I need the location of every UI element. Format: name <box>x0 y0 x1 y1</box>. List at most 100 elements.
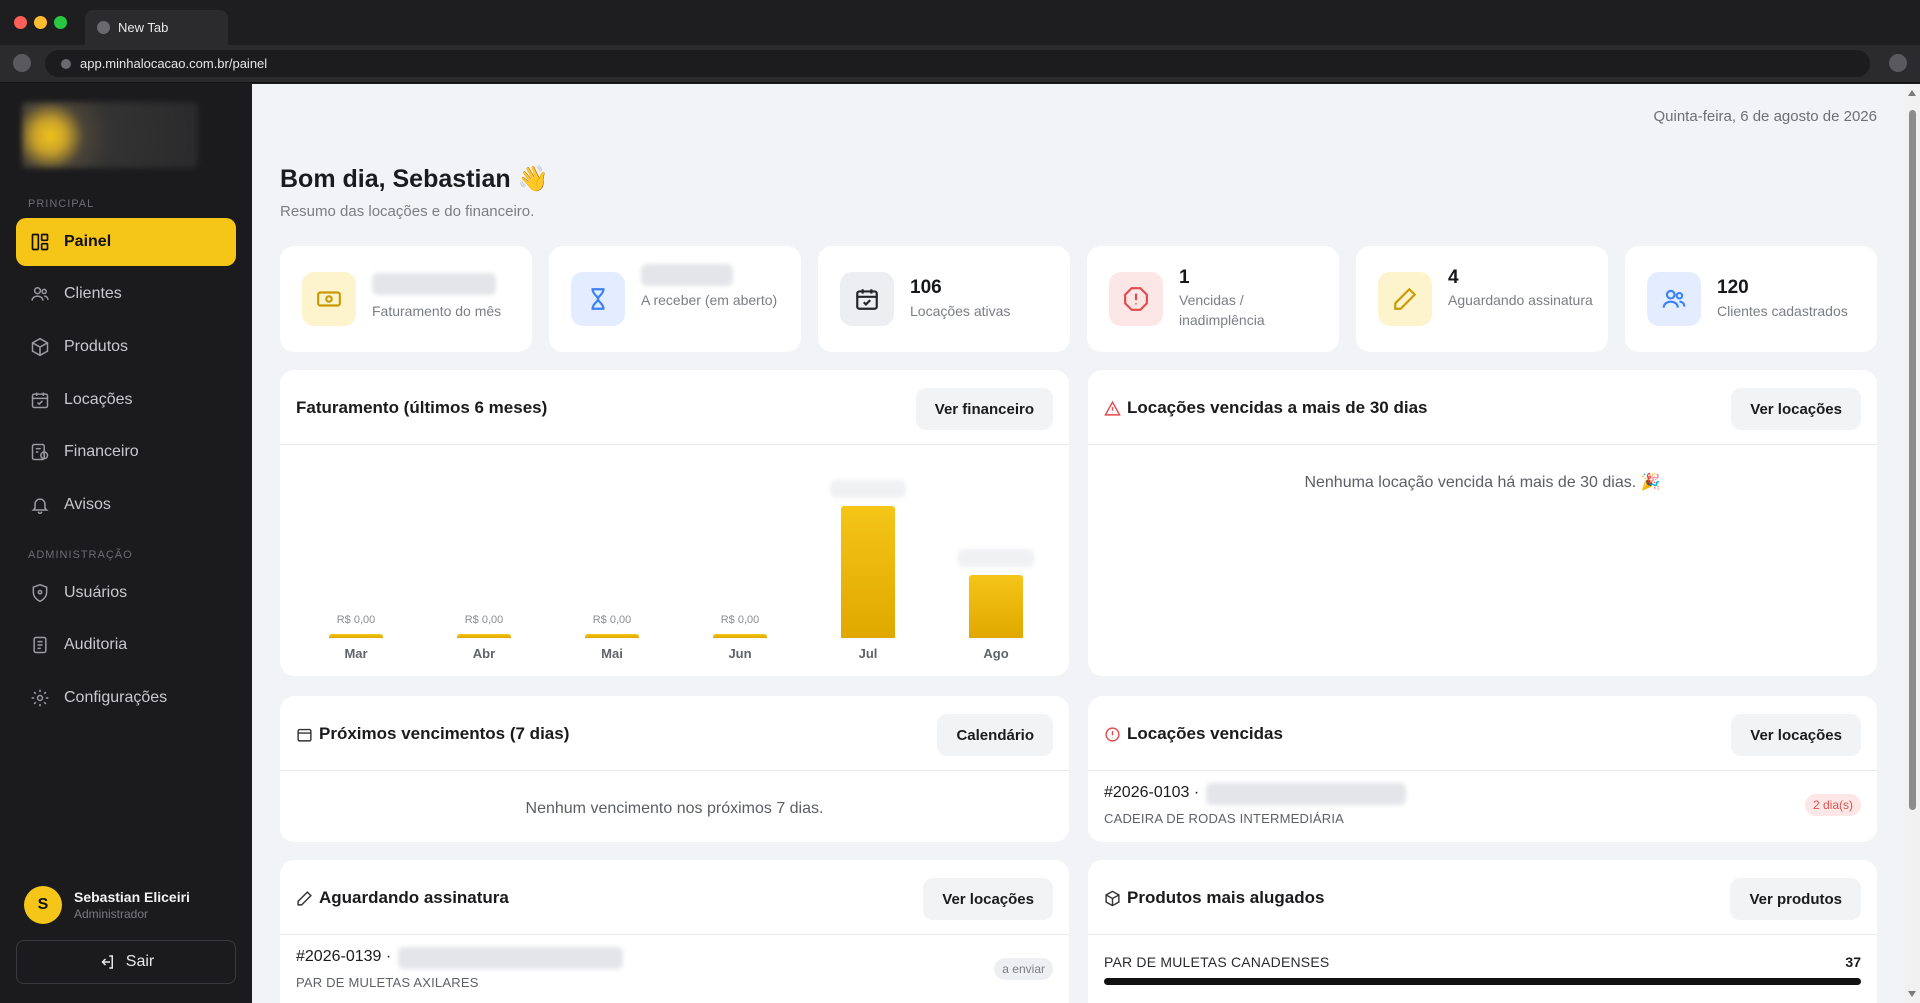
sidebar-item-auditoria[interactable]: Auditoria <box>16 621 236 669</box>
stat-card-receivable[interactable]: A receber (em aberto) <box>549 246 801 352</box>
scroll-down-icon[interactable] <box>1908 991 1916 997</box>
sidebar-item-label: Produtos <box>64 338 129 355</box>
panel-header: Locações vencidas a mais de 30 dias Ver … <box>1088 370 1877 445</box>
sidebar-item-avisos[interactable]: Avisos <box>16 481 236 529</box>
rental-product: PAR DE MULETAS AXILARES <box>296 975 479 990</box>
stat-card-clients[interactable]: 120 Clientes cadastrados <box>1625 246 1877 352</box>
maximize-window-button[interactable] <box>54 16 67 29</box>
url-text: app.minhalocacao.com.br/painel <box>80 56 268 71</box>
browser-tab[interactable]: New Tab <box>85 10 228 45</box>
chart-data-label: R$ 0,00 <box>592 614 632 626</box>
section-label-principal: PRINCIPAL <box>28 198 95 210</box>
chart-bar-ago[interactable] <box>969 574 1023 638</box>
stat-label: Faturamento do mês <box>372 303 502 319</box>
panel-header: Locações vencidas Ver locações <box>1088 696 1877 771</box>
sidebar-item-locacoes[interactable]: Locações <box>16 376 236 424</box>
chart-data-label: R$ 0,00 <box>720 614 760 626</box>
close-window-button[interactable] <box>14 16 27 29</box>
chart-bar-mar[interactable] <box>329 634 383 638</box>
page-scrollbar[interactable] <box>1905 84 1920 1003</box>
finance-icon <box>31 443 49 461</box>
alert-circle-icon <box>1105 726 1120 742</box>
logout-button[interactable]: Sair <box>16 940 236 984</box>
panel-title: Faturamento (últimos 6 meses) <box>296 398 548 417</box>
top-products-panel: Produtos mais alugados Ver produtos PAR … <box>1088 860 1877 1003</box>
chart-bar-abr[interactable] <box>457 634 511 638</box>
scrollbar-thumb[interactable] <box>1909 110 1916 810</box>
document-icon <box>33 636 47 654</box>
page-title: Bom dia, Sebastian 👋 <box>280 165 549 193</box>
minimize-window-button[interactable] <box>34 16 47 29</box>
view-rentals-button[interactable]: Ver locações <box>923 878 1053 920</box>
view-products-button[interactable]: Ver produtos <box>1730 878 1861 920</box>
stat-card-revenue[interactable]: Faturamento do mês <box>280 246 532 352</box>
chart-bar-jul[interactable] <box>841 506 895 638</box>
chart-bar-jun[interactable] <box>713 634 767 638</box>
user-role: Administrador <box>74 907 149 921</box>
sidebar-item-financeiro[interactable]: Financeiro <box>16 428 236 476</box>
tab-favicon-icon <box>97 21 110 34</box>
address-bar[interactable]: app.minhalocacao.com.br/painel <box>45 50 1870 77</box>
panel-title-text: Produtos mais alugados <box>1127 888 1325 907</box>
box-icon <box>1105 890 1120 906</box>
calendar-button[interactable]: Calendário <box>937 714 1053 756</box>
revenue-chart: R$ 0,00 Mar R$ 0,00 Abr R$ 0,00 Mai R$ 0,00 Jun… <box>280 446 1069 676</box>
layout-icon <box>31 233 49 251</box>
view-finance-button[interactable]: Ver financeiro <box>915 388 1053 430</box>
site-info-icon[interactable] <box>61 59 71 69</box>
sidebar-item-configuracoes[interactable]: Configurações <box>16 674 236 722</box>
signature-panel: Aguardando assinatura Ver locações #2026… <box>280 860 1069 1003</box>
avatar: S <box>24 886 62 924</box>
chart-bar-mai[interactable] <box>585 634 639 638</box>
stat-label: Aguardando assinatura <box>1448 292 1593 308</box>
stat-value: 1 <box>1179 267 1190 288</box>
overdue-panel: Locações vencidas Ver locações #2026-010… <box>1088 696 1877 842</box>
alert-octagon-icon <box>1109 272 1163 326</box>
browser-titlebar: New Tab <box>0 0 1920 45</box>
profile-icon[interactable] <box>1889 54 1907 72</box>
rental-code: #2026-0139 · <box>296 948 392 965</box>
sidebar-item-label: Usuários <box>64 584 128 601</box>
sidebar-item-painel[interactable]: Painel <box>16 218 236 266</box>
scroll-up-icon[interactable] <box>1908 90 1916 96</box>
chart-category-label: Jul <box>858 646 878 661</box>
sidebar-item-clientes[interactable]: Clientes <box>16 270 236 318</box>
panel-title-text: Locações vencidas a mais de 30 dias <box>1127 398 1428 417</box>
empty-state: Nenhum vencimento nos próximos 7 dias. <box>525 800 824 817</box>
stat-card-active-rentals[interactable]: 106 Locações ativas <box>818 246 1070 352</box>
stat-card-awaiting-signature[interactable]: 4 Aguardando assinatura <box>1356 246 1608 352</box>
sidebar-item-produtos[interactable]: Produtos <box>16 323 236 371</box>
chart-data-label: R$ 0,00 <box>464 614 504 626</box>
sidebar-item-label: Configurações <box>64 689 168 706</box>
panel-title: Aguardando assinatura <box>296 888 509 908</box>
view-rentals-button[interactable]: Ver locações <box>1731 714 1861 756</box>
redacted-value <box>641 264 733 286</box>
sidebar-item-label: Locações <box>64 391 133 408</box>
stat-card-overdue[interactable]: 1 Vencidas / inadimplência <box>1087 246 1339 352</box>
rental-code: #2026-0103 · <box>1104 784 1200 801</box>
main-content: Quinta-feira, 6 de agosto de 2026 Bom di… <box>252 84 1905 1003</box>
stat-value: 106 <box>910 277 942 298</box>
sidebar-item-usuarios[interactable]: Usuários <box>16 569 236 617</box>
stat-value: 4 <box>1448 267 1459 288</box>
progress-fill <box>1104 978 1861 985</box>
sidebar-item-label: Avisos <box>64 496 111 513</box>
view-rentals-button[interactable]: Ver locações <box>1731 388 1861 430</box>
pen-icon <box>297 890 312 906</box>
panel-title: Próximos vencimentos (7 dias) <box>296 724 569 744</box>
user-profile[interactable]: S Sebastian Eliceiri Administrador <box>24 886 190 924</box>
logout-icon <box>101 955 113 969</box>
calendar-check-icon <box>31 392 49 409</box>
user-name: Sebastian Eliceiri <box>74 889 190 905</box>
sidebar: PRINCIPAL Painel Clientes Produtos Locaç… <box>0 84 252 1003</box>
product-name: PAR DE MULETAS CANADENSES <box>1104 954 1330 970</box>
chart-category-label: Mai <box>601 646 623 661</box>
panel-header: Produtos mais alugados Ver produtos <box>1088 860 1877 935</box>
reload-icon[interactable] <box>13 54 31 72</box>
status-badge: a enviar <box>994 958 1053 980</box>
stat-label: Clientes cadastrados <box>1717 303 1848 319</box>
empty-state: Nenhuma locação vencida há mais de 30 di… <box>1304 474 1661 491</box>
shield-icon <box>32 583 48 603</box>
chart-data-label: R$ 0,00 <box>336 614 376 626</box>
brand-logo <box>22 102 198 168</box>
